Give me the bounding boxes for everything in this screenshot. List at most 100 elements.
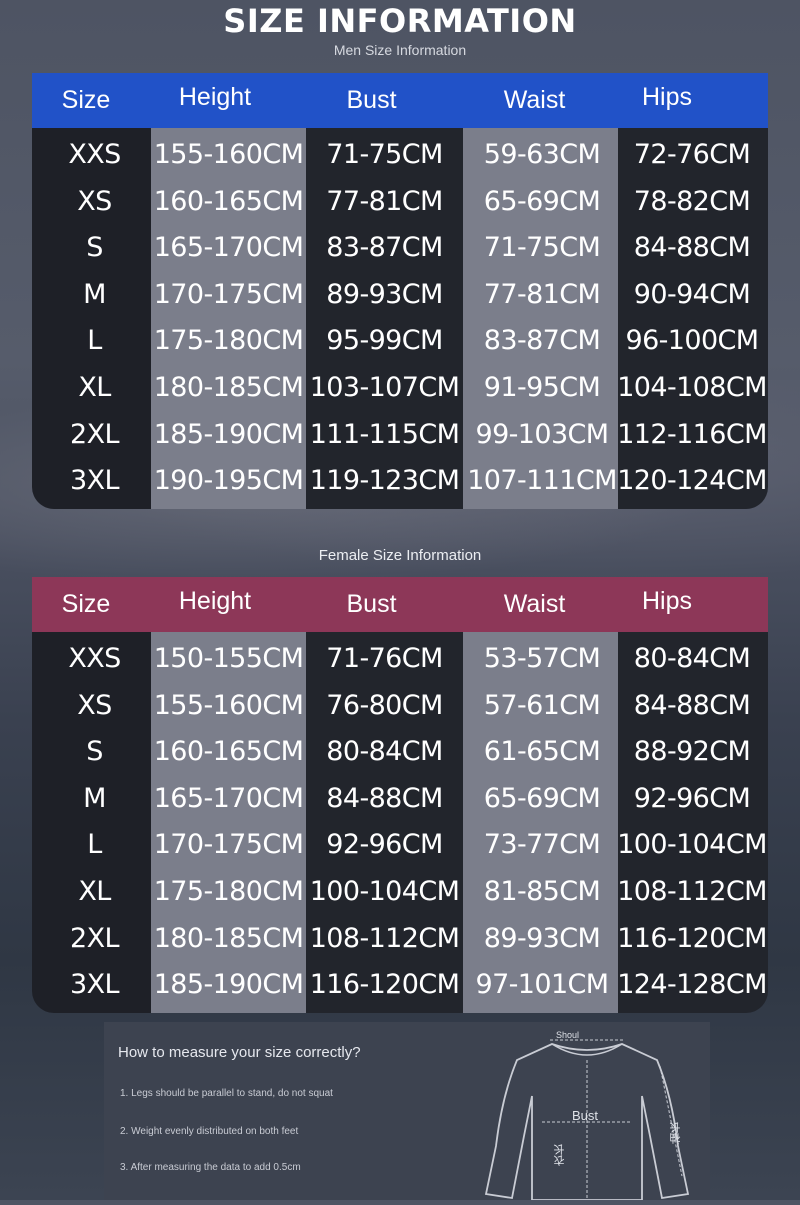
men-table-header: Size Height Bust Waist Hips <box>32 73 768 128</box>
men-size-table: Size Height Bust Waist Hips XXS 155-160CM… <box>32 73 768 509</box>
header-size: Size <box>61 86 111 114</box>
cell-height: 165-170CM <box>153 232 304 264</box>
cell-bust: 119-123CM <box>309 465 460 497</box>
table-row: XL 180-185CM 103-107CM 91-95CM 104-108CM <box>32 365 768 411</box>
cell-height: 180-185CM <box>153 372 304 403</box>
cell-height: 170-175CM <box>153 278 304 310</box>
cell-waist: 83-87CM <box>483 325 601 357</box>
label-bust: Bust <box>572 1108 599 1123</box>
cell-size: XXS <box>68 643 121 674</box>
page-title: SIZE INFORMATION <box>223 2 577 40</box>
cell-height: 155-160CM <box>153 139 304 170</box>
cell-bust: 71-76CM <box>326 643 443 674</box>
table-row: M 170-175CM 89-93CM 77-81CM 90-94CM <box>32 272 768 318</box>
cell-hips: 92-96CM <box>633 782 751 814</box>
cell-height: 175-180CM <box>153 876 304 907</box>
cell-bust: 80-84CM <box>326 736 443 768</box>
cell-size: 2XL <box>70 922 120 954</box>
table-row: 2XL 180-185CM 108-112CM 89-93CM 116-120CM <box>32 916 768 962</box>
cell-hips: 96-100CM <box>625 325 760 357</box>
cell-waist: 91-95CM <box>483 372 601 403</box>
cell-hips: 72-76CM <box>633 139 751 170</box>
cell-hips: 90-94CM <box>633 278 751 310</box>
measure-step: 1. Legs should be parallel to stand, do … <box>120 1088 333 1099</box>
table-row: XS 160-165CM 77-81CM 65-69CM 78-82CM <box>32 179 768 225</box>
cell-hips: 124-128CM <box>617 969 767 1001</box>
cell-bust: 92-96CM <box>326 829 443 861</box>
female-size-table: Size Height Bust Waist Hips XXS 150-155CM… <box>32 577 768 1013</box>
cell-height: 160-165CM <box>153 185 304 217</box>
cell-size: M <box>83 782 106 814</box>
header-size: Size <box>61 590 111 618</box>
cell-height: 190-195CM <box>153 465 304 497</box>
measure-title: How to measure your size correctly? <box>118 1044 361 1061</box>
men-table-body: XXS 155-160CM 71-75CM 59-63CM 72-76CM XS 160-1… <box>32 128 768 509</box>
table-row: 3XL 185-190CM 116-120CM 97-101CM 124-128CM <box>32 962 768 1008</box>
cell-height: 175-180CM <box>153 325 304 357</box>
label-length: 衣长 <box>554 1144 566 1166</box>
table-row: XXS 150-155CM 71-76CM 53-57CM 80-84CM <box>32 636 768 682</box>
cell-bust: 83-87CM <box>326 232 443 264</box>
cell-waist: 99-103CM <box>475 418 610 450</box>
measure-step: 3. After measuring the data to add 0.5cm <box>120 1162 301 1173</box>
cell-hips: 84-88CM <box>633 232 751 264</box>
cell-bust: 100-104CM <box>309 876 460 907</box>
cell-size: XXS <box>68 139 121 170</box>
header-height: Height <box>178 587 252 615</box>
cell-size: M <box>83 278 106 310</box>
shirt-diagram: Shoul Bust 衣长 袖长 <box>482 1026 692 1201</box>
label-sleeve: 袖长 <box>670 1122 682 1144</box>
cell-height: 155-160CM <box>153 689 304 721</box>
cell-height: 180-185CM <box>153 922 304 954</box>
cell-size: L <box>87 325 102 357</box>
men-subtitle: Men Size Information <box>333 42 467 58</box>
table-row: XXS 155-160CM 71-75CM 59-63CM 72-76CM <box>32 132 768 178</box>
cell-bust: 95-99CM <box>326 325 443 357</box>
header-bust: Bust <box>346 590 397 618</box>
cell-bust: 111-115CM <box>309 418 460 450</box>
cell-size: XS <box>77 689 112 721</box>
cell-bust: 76-80CM <box>326 689 443 721</box>
cell-size: 3XL <box>70 969 120 1001</box>
table-row: S 165-170CM 83-87CM 71-75CM 84-88CM <box>32 225 768 271</box>
header-hips: Hips <box>641 587 692 615</box>
header-waist: Waist <box>503 590 566 618</box>
cell-hips: 84-88CM <box>633 689 751 721</box>
cell-size: XL <box>78 372 111 403</box>
cell-height: 185-190CM <box>153 418 304 450</box>
cell-waist: 97-101CM <box>475 969 610 1001</box>
cell-size: XS <box>77 185 112 217</box>
cell-bust: 89-93CM <box>326 278 443 310</box>
cell-size: 2XL <box>70 418 120 450</box>
female-table-body: XXS 150-155CM 71-76CM 53-57CM 80-84CM XS 155-1… <box>32 632 768 1013</box>
cell-hips: 88-92CM <box>633 736 751 768</box>
table-row: L 170-175CM 92-96CM 73-77CM 100-104CM <box>32 822 768 868</box>
cell-hips: 108-112CM <box>617 876 767 907</box>
female-table-header: Size Height Bust Waist Hips <box>32 577 768 632</box>
cell-waist: 89-93CM <box>483 922 601 954</box>
cell-hips: 100-104CM <box>617 829 767 861</box>
cell-size: 3XL <box>70 465 120 497</box>
cell-hips: 80-84CM <box>633 643 751 674</box>
measure-guide: How to measure your size correctly? 1. L… <box>104 1022 710 1201</box>
cell-hips: 120-124CM <box>617 465 767 497</box>
cell-bust: 116-120CM <box>309 969 460 1001</box>
cell-waist: 65-69CM <box>483 782 601 814</box>
header-height: Height <box>178 83 252 111</box>
cell-size: L <box>87 829 102 861</box>
table-row: L 175-180CM 95-99CM 83-87CM 96-100CM <box>32 318 768 364</box>
cell-waist: 73-77CM <box>483 829 601 861</box>
cell-height: 160-165CM <box>153 736 304 768</box>
cell-hips: 116-120CM <box>617 922 767 954</box>
cell-waist: 81-85CM <box>483 876 601 907</box>
cell-bust: 108-112CM <box>309 922 460 954</box>
label-shoulder: Shoul <box>556 1030 580 1040</box>
header-bust: Bust <box>346 86 397 114</box>
cell-hips: 78-82CM <box>633 185 751 217</box>
cell-bust: 84-88CM <box>326 782 443 814</box>
header-waist: Waist <box>503 86 566 114</box>
cell-height: 170-175CM <box>153 829 304 861</box>
table-row: XS 155-160CM 76-80CM 57-61CM 84-88CM <box>32 683 768 729</box>
measure-step: 2. Weight evenly distributed on both fee… <box>120 1126 299 1137</box>
cell-bust: 71-75CM <box>326 139 443 170</box>
